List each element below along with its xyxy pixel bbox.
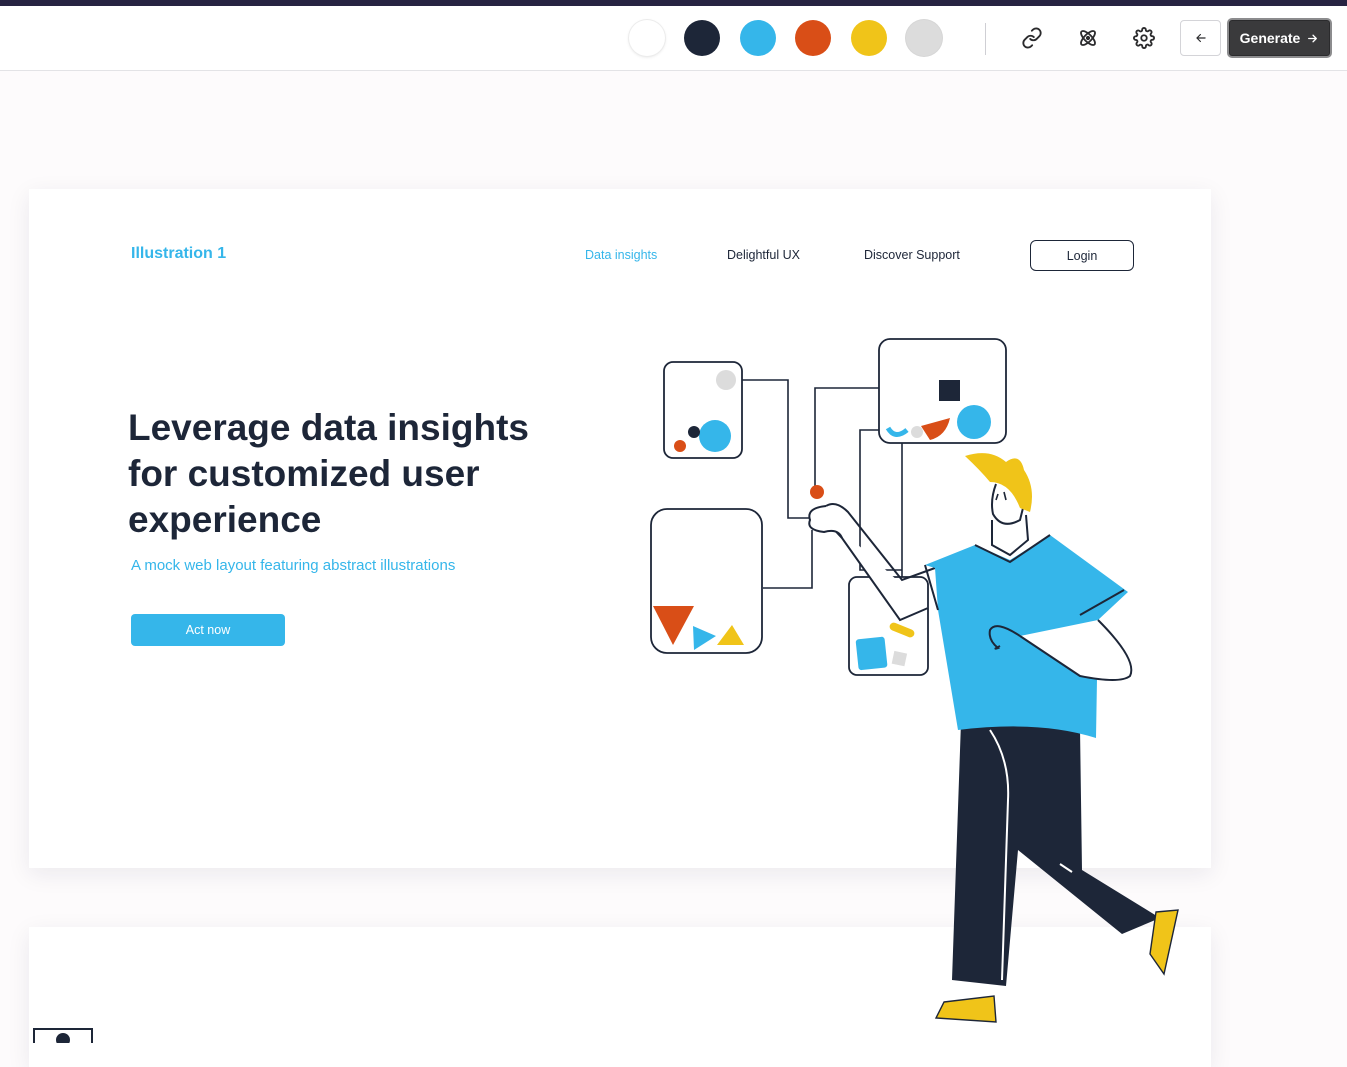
generate-button[interactable]: Generate xyxy=(1227,18,1332,58)
second-preview-card xyxy=(29,927,1211,1067)
swatch-orange[interactable] xyxy=(795,20,831,56)
hero-preview-card: Illustration 1 Data insights Delightful … xyxy=(29,189,1211,868)
generate-label: Generate xyxy=(1239,30,1301,46)
toolbar-divider xyxy=(985,23,986,55)
link-icon[interactable] xyxy=(1016,22,1048,54)
gear-icon[interactable] xyxy=(1128,22,1160,54)
swatch-navy[interactable] xyxy=(684,20,720,56)
swatch-light-gray[interactable] xyxy=(906,20,942,56)
nav-delightful-ux[interactable]: Delightful UX xyxy=(727,248,800,262)
act-now-button[interactable]: Act now xyxy=(131,614,285,646)
swatch-yellow[interactable] xyxy=(851,20,887,56)
nav-data-insights[interactable]: Data insights xyxy=(585,248,657,262)
arrow-left-icon xyxy=(1195,33,1206,43)
hero-subline: A mock web layout featuring abstract ill… xyxy=(131,557,456,574)
swatch-sky-blue[interactable] xyxy=(740,20,776,56)
second-card-illustration-peek xyxy=(33,1028,93,1043)
hero-headline: Leverage data insights for customized us… xyxy=(128,407,529,540)
swatch-white[interactable] xyxy=(629,20,665,56)
arrow-right-icon xyxy=(1308,34,1318,42)
nav-discover-support[interactable]: Discover Support xyxy=(864,248,960,262)
login-button[interactable]: Login xyxy=(1030,240,1134,271)
atom-icon[interactable] xyxy=(1072,22,1104,54)
back-button[interactable] xyxy=(1180,20,1221,56)
toolbar: Generate xyxy=(0,6,1347,71)
brand-logo[interactable]: Illustration 1 xyxy=(131,245,226,263)
